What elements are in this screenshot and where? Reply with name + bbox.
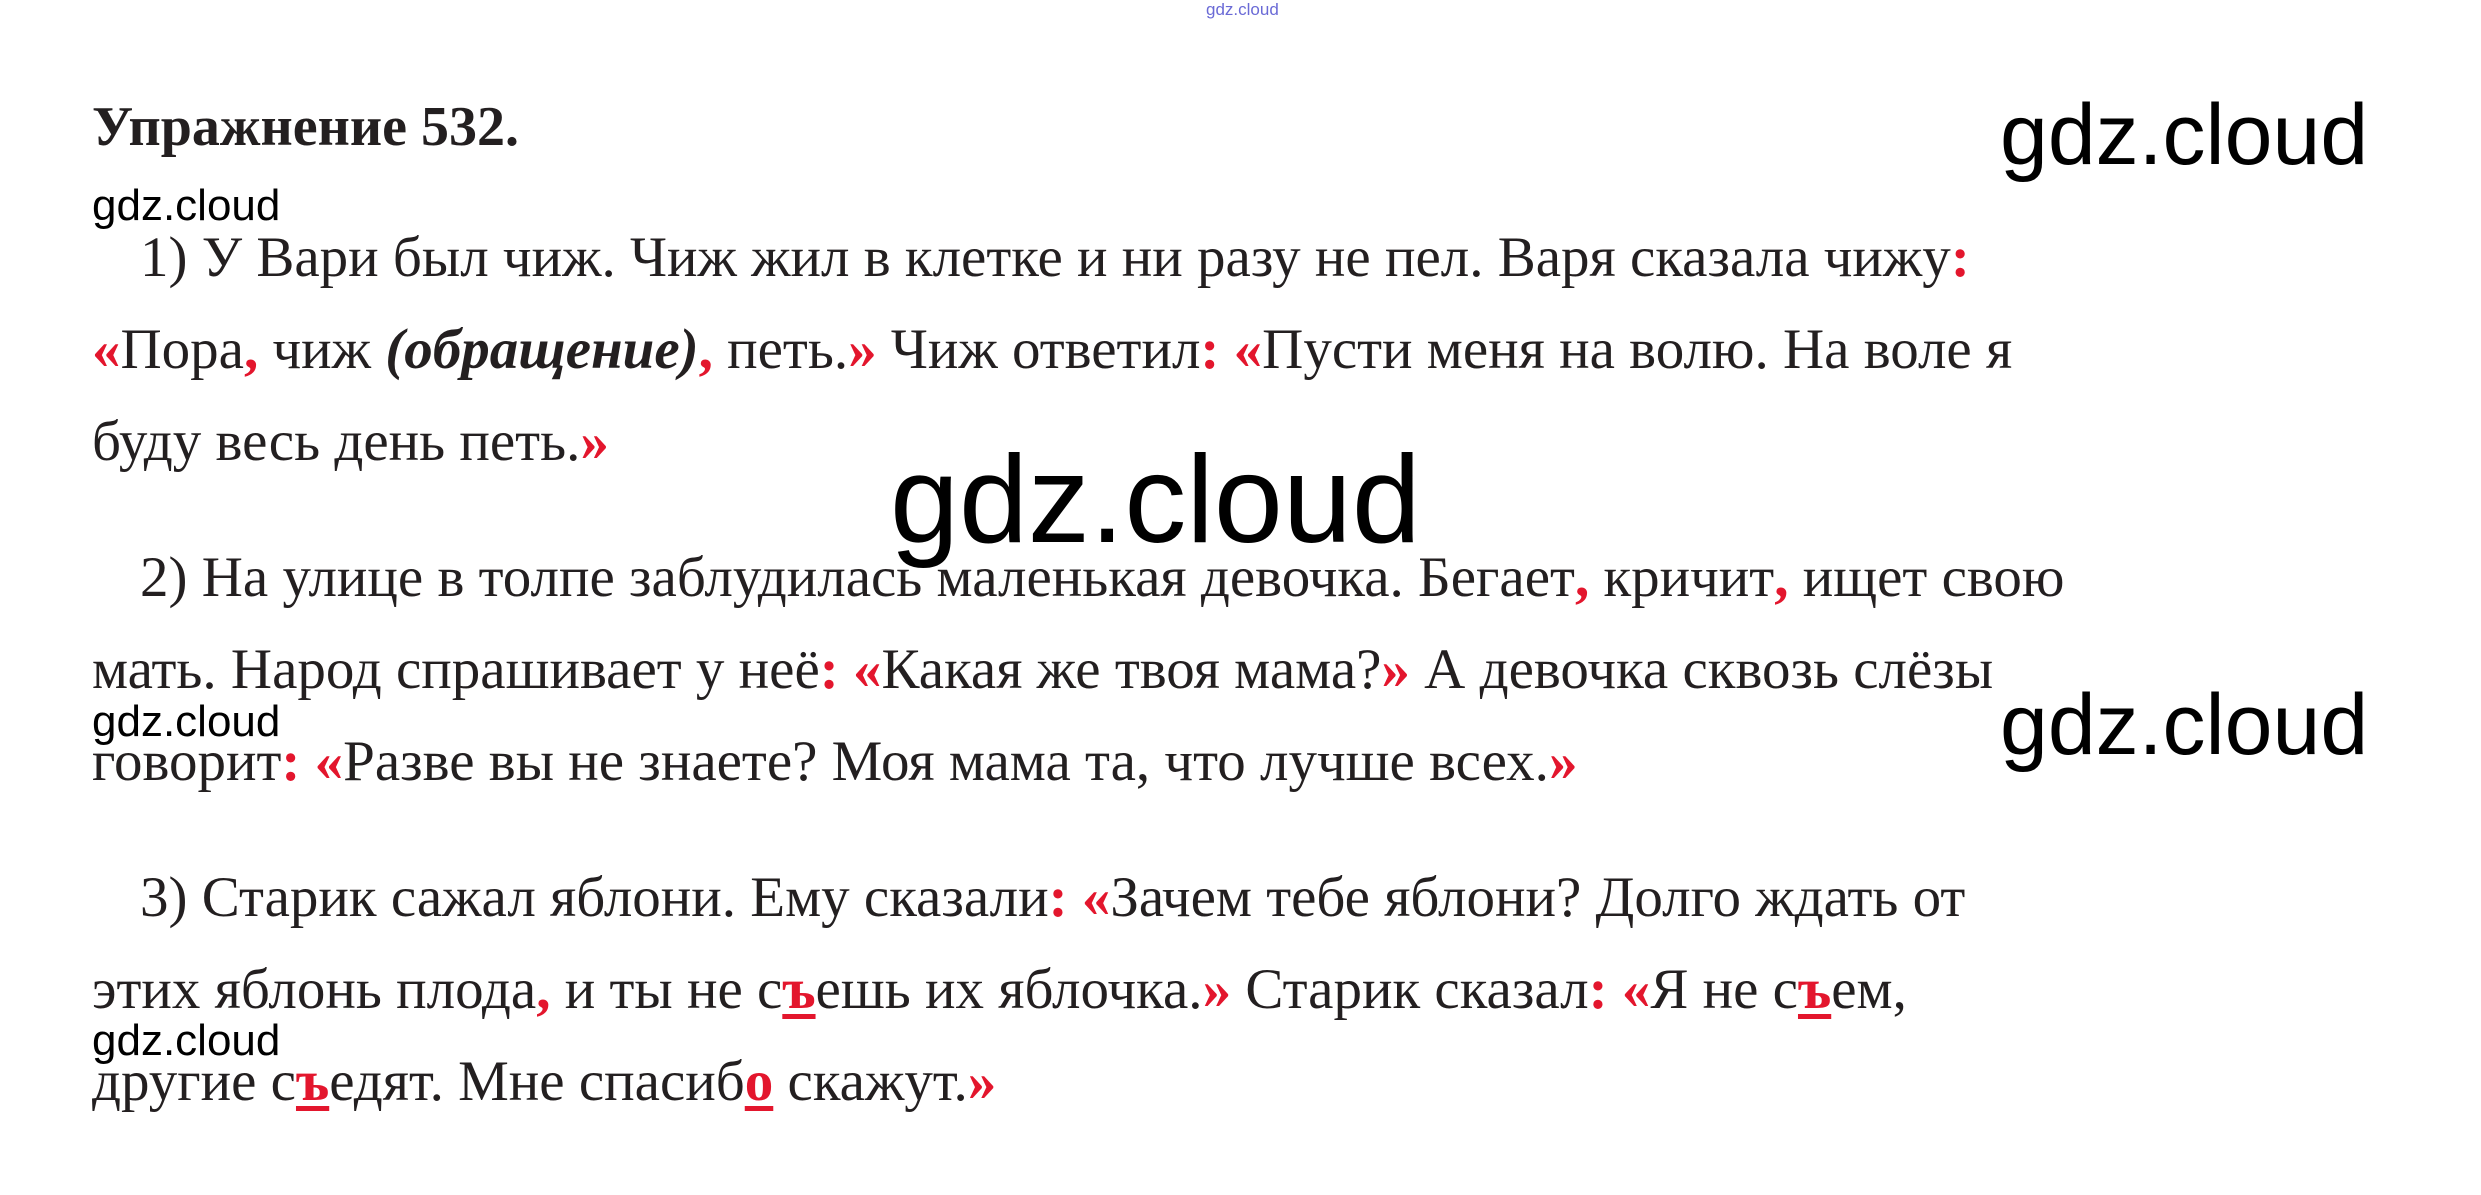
hard-sign-highlight: ъ bbox=[782, 958, 816, 1021]
paragraph-2: 2) На улице в толпе заблудилась маленька… bbox=[92, 532, 2432, 808]
address-note: (обращение) bbox=[385, 318, 699, 381]
p3-line-2: этих яблонь плода, и ты не съешь их ябло… bbox=[92, 958, 1907, 1021]
p1-line-2: «Пора, чиж (обращение), петь.» Чиж ответ… bbox=[92, 318, 2013, 381]
hard-sign-highlight: ъ bbox=[295, 1050, 330, 1113]
p1-line-1: 1) У Вари был чиж. Чиж жил в клетке и ни… bbox=[140, 226, 1970, 289]
exercise-title: Упражнение 532. bbox=[92, 96, 520, 158]
paragraph-3: 3) Старик сажал яблони. Ему сказали: «За… bbox=[92, 852, 2432, 1128]
watermark-top-right: gdz.cloud bbox=[2000, 87, 2369, 183]
p2-line-3: говорит: «Разве вы не знаете? Моя мама т… bbox=[92, 730, 1578, 793]
p3-line-1: 3) Старик сажал яблони. Ему сказали: «За… bbox=[140, 866, 1966, 929]
paragraph-1: 1) У Вари был чиж. Чиж жил в клетке и ни… bbox=[92, 212, 2432, 488]
p1-line-3: буду весь день петь.» bbox=[92, 410, 609, 473]
watermark-top-tiny: gdz.cloud bbox=[1206, 0, 1279, 19]
hard-sign-highlight: ъ bbox=[1797, 958, 1832, 1021]
p2-line-1: 2) На улице в толпе заблудилась маленька… bbox=[140, 546, 2065, 609]
p3-line-3: другие съедят. Мне спасибо скажут.» bbox=[92, 1050, 997, 1113]
p2-line-2: мать. Народ спрашивает у неё: «Какая же … bbox=[92, 638, 1994, 701]
o-letter-highlight: о bbox=[744, 1050, 774, 1113]
